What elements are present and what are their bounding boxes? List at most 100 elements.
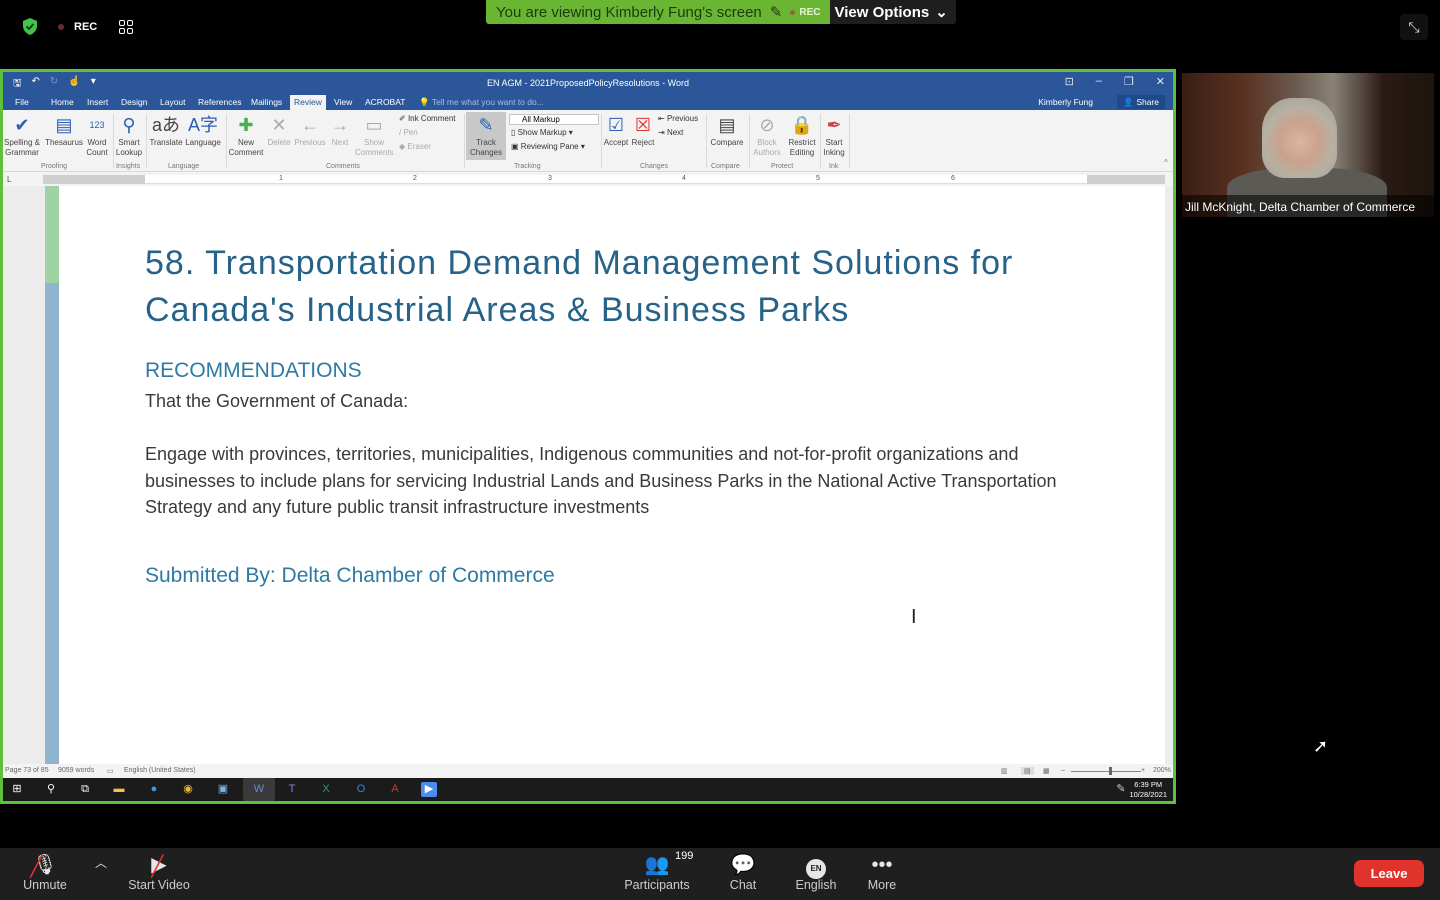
show-markup-button[interactable]: ▯ Show Markup ▾ xyxy=(511,128,573,137)
zoom-slider[interactable] xyxy=(1071,771,1141,772)
teams-icon[interactable]: T xyxy=(284,782,300,797)
label: Accept xyxy=(603,138,629,147)
thesaurus-button[interactable]: ▤ Thesaurus xyxy=(43,112,85,148)
zoom-level[interactable]: 200% xyxy=(1153,767,1171,774)
track-changes-button[interactable]: ✎ Track Changes xyxy=(466,112,506,160)
text-cursor-icon: I xyxy=(911,606,917,628)
show-comments-button[interactable]: ▭ Show Comments xyxy=(355,112,394,158)
tab-design[interactable]: Design xyxy=(121,97,147,107)
remote-control-icon: ✎ xyxy=(769,4,783,21)
windows-start-icon[interactable]: ⊞ xyxy=(9,782,25,797)
chat-button[interactable]: 💬 Chat xyxy=(726,852,760,892)
leave-button[interactable]: Leave xyxy=(1354,860,1424,887)
compare-button[interactable]: ▤ Compare xyxy=(708,112,746,148)
restore-icon[interactable]: ❐ xyxy=(1124,75,1134,88)
label: Lookup xyxy=(115,148,143,157)
recording-dot-icon xyxy=(58,23,64,30)
accept-button[interactable]: ☑ Accept xyxy=(603,112,629,148)
next-comment-button[interactable]: → Next xyxy=(327,112,353,148)
zoom-out-icon[interactable]: – xyxy=(1061,767,1065,774)
page-count[interactable]: Page 73 of 85 xyxy=(5,767,49,774)
exit-fullscreen-button[interactable]: ⤡ xyxy=(1400,14,1428,40)
reject-button[interactable]: ☒ Reject xyxy=(630,112,656,148)
task-view-icon[interactable]: ⧉ xyxy=(77,782,93,797)
word-taskbar-icon[interactable]: W xyxy=(243,778,275,801)
print-layout-icon[interactable]: ▤ xyxy=(1021,767,1034,775)
file-explorer-icon[interactable]: ▬ xyxy=(111,782,127,797)
language-button[interactable]: A字 Language xyxy=(184,112,222,148)
edge-icon[interactable]: ● xyxy=(146,782,162,797)
participants-label: Participants xyxy=(624,878,690,892)
delete-comment-button[interactable]: ✕ Delete xyxy=(265,112,293,148)
chat-icon: 💬 xyxy=(730,854,756,876)
zoom-app-icon[interactable]: ▶ xyxy=(421,782,437,797)
minimize-icon[interactable]: – xyxy=(1096,75,1102,88)
gallery-view-icon[interactable] xyxy=(119,19,134,34)
proofing-icon[interactable]: ▭ xyxy=(107,767,114,775)
share-button[interactable]: 👤 Share xyxy=(1117,95,1165,109)
markup-select[interactable]: All Markup xyxy=(509,114,599,125)
zoom-slider-thumb[interactable] xyxy=(1109,767,1112,775)
ruler-number: 4 xyxy=(682,175,686,182)
excel-icon[interactable]: X xyxy=(318,782,334,797)
tab-review[interactable]: Review xyxy=(290,95,326,110)
clock-time: 6:39 PM xyxy=(1134,780,1163,789)
audio-options-chevron-up-icon[interactable]: ︿ xyxy=(95,854,107,871)
label: Count xyxy=(86,148,108,157)
tell-me-search[interactable]: 💡 Tell me what you want to do... xyxy=(419,97,544,108)
viewing-banner: You are viewing Kimberly Fung's screen ✎… xyxy=(486,0,831,24)
tab-file[interactable]: File xyxy=(15,97,29,107)
ribbon-display-icon[interactable]: ⊡ xyxy=(1065,75,1074,88)
tab-selector[interactable]: L xyxy=(7,175,11,184)
close-icon[interactable]: ✕ xyxy=(1156,75,1165,88)
ruler-number: 1 xyxy=(279,175,283,182)
chrome-icon[interactable]: ◉ xyxy=(180,782,196,797)
tab-layout[interactable]: Layout xyxy=(160,97,186,107)
security-shield-icon[interactable] xyxy=(22,18,38,35)
tab-home[interactable]: Home xyxy=(51,97,74,107)
block-authors-button[interactable]: ⊘ Block Authors xyxy=(751,112,783,158)
start-inking-button[interactable]: ✒ Start Inking xyxy=(821,112,847,158)
ink-comment-button[interactable]: ✐ Ink Comment xyxy=(399,114,456,123)
acrobat-icon[interactable]: A xyxy=(387,782,403,797)
word-count-button[interactable]: 123 Word Count xyxy=(85,112,109,158)
pen-workspace-icon[interactable]: ✎ xyxy=(1113,782,1129,797)
reviewing-pane-button[interactable]: ▣ Reviewing Pane ▾ xyxy=(511,142,585,151)
web-layout-icon[interactable]: ▦ xyxy=(1043,767,1050,775)
horizontal-ruler[interactable]: 1 2 3 4 5 6 xyxy=(43,175,1165,184)
tab-references[interactable]: References xyxy=(198,97,241,107)
word-count[interactable]: 9059 words xyxy=(58,767,94,774)
translate-button[interactable]: aあ Translate xyxy=(148,112,184,148)
collapse-ribbon-icon[interactable]: ^ xyxy=(1164,158,1168,167)
group-ink: Ink xyxy=(829,163,839,170)
start-video-button[interactable]: ▶ ╱ Start Video xyxy=(124,852,194,892)
restrict-editing-button[interactable]: 🔒 Restrict Editing xyxy=(785,112,819,158)
interpretation-button[interactable]: EN English xyxy=(792,852,840,892)
eraser-button[interactable]: ◆ Eraser xyxy=(399,142,431,151)
previous-comment-button[interactable]: ← Previous xyxy=(293,112,327,148)
new-comment-button[interactable]: ✚ New Comment xyxy=(227,112,265,158)
remote-desktop-icon[interactable]: ▣ xyxy=(215,782,231,797)
tab-insert[interactable]: Insert xyxy=(87,97,108,107)
user-name[interactable]: Kimberly Fung xyxy=(1038,97,1093,107)
previous-change-button[interactable]: ⇤ Previous xyxy=(658,114,698,123)
more-button[interactable]: ••• More xyxy=(864,852,900,892)
status-language[interactable]: English (United States) xyxy=(124,767,196,774)
unmute-button[interactable]: 🎙 ╱ Unmute xyxy=(18,852,72,892)
system-clock[interactable]: 6:39 PM 10/28/2021 xyxy=(1129,780,1167,800)
screen-share-banner: You are viewing Kimberly Fung's screen ✎… xyxy=(486,0,956,24)
pen-button[interactable]: / Pen xyxy=(399,128,418,137)
spelling-grammar-button[interactable]: ✔ Spelling & Grammar xyxy=(3,112,41,158)
shared-screen: 🖫 ↶ ↻ ☝ ▾ EN AGM - 2021ProposedPolicyRes… xyxy=(0,69,1176,804)
read-mode-icon[interactable]: ▥ xyxy=(1001,767,1008,775)
next-change-button[interactable]: ⇥ Next xyxy=(658,128,683,137)
tab-mailings[interactable]: Mailings xyxy=(251,97,282,107)
zoom-in-icon[interactable]: + xyxy=(1141,767,1145,774)
search-icon[interactable]: ⚲ xyxy=(43,782,59,797)
tab-acrobat[interactable]: ACROBAT xyxy=(365,97,405,107)
smart-lookup-button[interactable]: ⚲ Smart Lookup xyxy=(115,112,143,158)
outlook-icon[interactable]: O xyxy=(353,782,369,797)
view-options-button[interactable]: View Options ⌄ xyxy=(830,0,956,24)
tab-view[interactable]: View xyxy=(334,97,352,107)
participant-video-tile[interactable]: Jill McKnight, Delta Chamber of Commerce xyxy=(1182,73,1434,217)
